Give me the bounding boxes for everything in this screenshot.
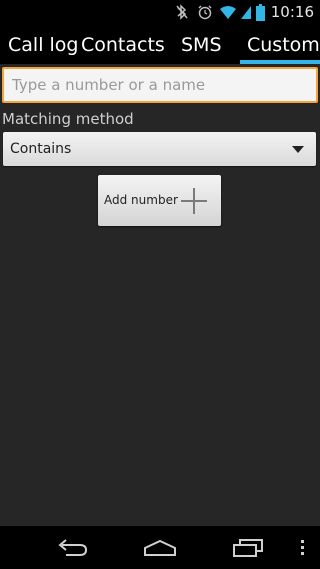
matching-method-label: Matching method — [2, 110, 134, 128]
matching-method-value: Contains — [10, 141, 72, 157]
navigation-bar — [0, 526, 320, 569]
tab-sms[interactable]: SMS — [181, 24, 222, 64]
back-icon[interactable] — [50, 526, 94, 569]
home-icon[interactable] — [138, 526, 182, 569]
bluetooth-off-icon — [175, 4, 189, 20]
status-bar: 10:16 — [0, 0, 320, 24]
signal-icon — [240, 4, 252, 20]
add-number-button[interactable]: Add number — [98, 175, 221, 226]
status-icons: 10:16 — [175, 0, 320, 24]
selected-tab-indicator — [240, 60, 320, 64]
matching-method-select[interactable]: Contains — [3, 132, 316, 166]
wifi-icon — [219, 4, 237, 20]
battery-icon — [255, 3, 265, 21]
overflow-menu-icon[interactable] — [296, 526, 310, 569]
alarm-icon — [197, 4, 213, 20]
tab-bar: Call log Contacts SMS Custom — [0, 24, 320, 64]
tab-call-log[interactable]: Call log — [8, 24, 78, 64]
dropdown-arrow-icon — [292, 146, 304, 153]
tab-custom[interactable]: Custom — [247, 24, 320, 64]
plus-icon — [180, 187, 208, 219]
add-number-label: Add number — [104, 193, 178, 207]
recent-apps-icon[interactable] — [226, 526, 270, 569]
number-or-name-input[interactable] — [2, 67, 318, 103]
tab-contacts[interactable]: Contacts — [81, 24, 165, 64]
clock: 10:16 — [270, 3, 314, 21]
